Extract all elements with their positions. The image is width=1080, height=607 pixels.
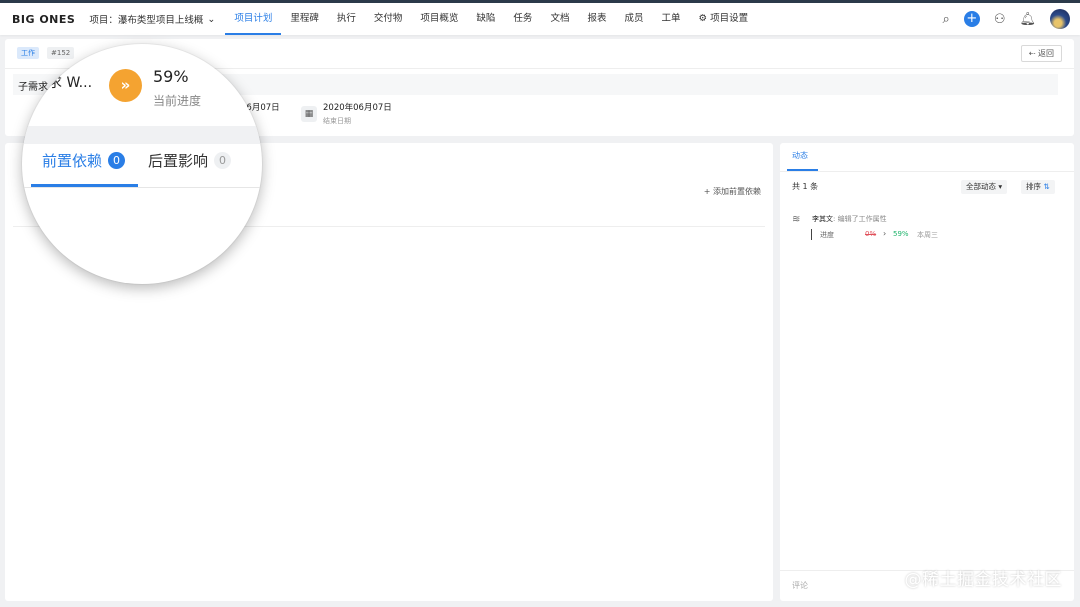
- divider: [780, 171, 1074, 172]
- sort-button[interactable]: 排序 ⇅: [1021, 180, 1055, 194]
- watermark: @稀土掘金技术社区: [904, 570, 1062, 590]
- nav-item-deliverables[interactable]: 交付物: [365, 3, 412, 35]
- nav-item-reports[interactable]: 报表: [578, 3, 615, 35]
- activity-bar: [811, 229, 812, 240]
- calendar-icon: ▦: [301, 105, 317, 122]
- activity-panel: 动态 共 1 条 全部动态 ▾ 排序 ⇅ ≋ 李其文: 编辑了工作属性 进度 0…: [780, 143, 1074, 601]
- main-nav: 项目计划 里程碑 执行 交付物 项目概览 缺陷 任务 文档 报表 成员 工单 ⚙…: [225, 3, 757, 35]
- nav-item-milestone[interactable]: 里程碑: [281, 3, 328, 35]
- divider: [22, 187, 262, 188]
- caret-down-icon: ▾: [998, 182, 1003, 191]
- activity-time: 本周三: [917, 231, 938, 239]
- activity-field: 进度: [820, 231, 834, 239]
- type-tag: 工作: [17, 47, 39, 59]
- magnified-gap: [22, 126, 262, 144]
- sort-icon: ⇅: [1043, 182, 1050, 191]
- project-name: 项目：瀑布类型项目上线概: [89, 15, 204, 26]
- nav-item-plan[interactable]: 项目计划: [225, 3, 282, 35]
- tab-successors-label: 后置影响: [148, 152, 209, 170]
- nav-item-defects[interactable]: 缺陷: [467, 3, 504, 35]
- nav-item-docs[interactable]: 文档: [541, 3, 578, 35]
- tab-predecessors-label: 前置依赖: [42, 152, 103, 170]
- comment-input[interactable]: 评论: [792, 580, 808, 591]
- end-date[interactable]: ▦ 2020年06月07日 结束日期: [301, 101, 392, 126]
- fast-forward-icon: »: [109, 69, 142, 102]
- activity-filter[interactable]: 全部动态 ▾: [961, 180, 1008, 194]
- gear-icon: ⚙: [698, 13, 708, 24]
- chevron-down-icon: ⌄: [207, 13, 216, 25]
- tab-activity[interactable]: 动态: [792, 150, 808, 161]
- end-date-label: 结束日期: [323, 117, 351, 125]
- predecessors-count: 0: [108, 152, 126, 169]
- avatar[interactable]: [1050, 9, 1070, 29]
- nav-item-tasks[interactable]: 任务: [504, 3, 541, 35]
- progress-label: 当前进度: [153, 94, 202, 108]
- activity-count: 共 1 条: [792, 182, 819, 191]
- magnified-title: 子需求 W...: [22, 75, 93, 91]
- back-label: 返回: [1038, 49, 1054, 58]
- filter-label: 全部动态: [966, 182, 996, 191]
- add-user-icon[interactable]: ⚇: [994, 13, 1006, 26]
- back-arrow-icon: ⇠: [1028, 49, 1036, 58]
- back-button[interactable]: ⇠ 返回: [1020, 45, 1062, 62]
- sort-label: 排序: [1026, 182, 1041, 191]
- add-dependency-label: 添加前置依赖: [713, 187, 761, 196]
- tab-predecessors[interactable]: 前置依赖 0: [42, 150, 126, 171]
- magnifier-overlay: 子需求 W... » 59% 当前进度 前置依赖 0 后置影响 0: [22, 44, 262, 284]
- activity-new-value: 59%: [893, 230, 909, 238]
- app-logo[interactable]: BIG ONES: [12, 13, 75, 26]
- project-selector[interactable]: 项目：瀑布类型项目上线概 ⌄: [89, 12, 216, 27]
- activity-entry: 李其文: 编辑了工作属性: [812, 214, 887, 224]
- top-actions: ⌕ + ⚇ 🔔︎: [943, 3, 1070, 35]
- id-tag: #152: [47, 47, 75, 59]
- search-icon[interactable]: ⌕: [943, 13, 950, 26]
- top-nav-bar: BIG ONES 项目：瀑布类型项目上线概 ⌄ 项目计划 里程碑 执行 交付物 …: [0, 0, 1080, 35]
- add-dependency-button[interactable]: + 添加前置依赖: [704, 186, 761, 197]
- nav-item-members[interactable]: 成员: [615, 3, 652, 35]
- nav-item-overview[interactable]: 项目概览: [411, 3, 467, 35]
- bell-icon[interactable]: 🔔︎: [1019, 13, 1036, 26]
- nav-item-tickets[interactable]: 工单: [652, 3, 689, 35]
- activity-old-value: 0%: [865, 230, 877, 238]
- end-date-value: 2020年06月07日: [323, 103, 392, 113]
- settings-label: 项目设置: [710, 13, 749, 24]
- chevron-right-icon: ›: [883, 229, 887, 238]
- layers-icon: ≋: [792, 214, 801, 225]
- nav-item-settings[interactable]: ⚙ 项目设置: [690, 3, 758, 35]
- progress-value[interactable]: 59%: [153, 67, 189, 86]
- successors-count: 0: [214, 152, 232, 169]
- activity-action: : 编辑了工作属性: [833, 215, 887, 223]
- plus-icon: +: [703, 187, 711, 196]
- tab-successors[interactable]: 后置影响 0: [148, 150, 232, 171]
- nav-item-execute[interactable]: 执行: [328, 3, 365, 35]
- add-icon[interactable]: +: [963, 11, 980, 27]
- activity-user[interactable]: 李其文: [812, 215, 833, 223]
